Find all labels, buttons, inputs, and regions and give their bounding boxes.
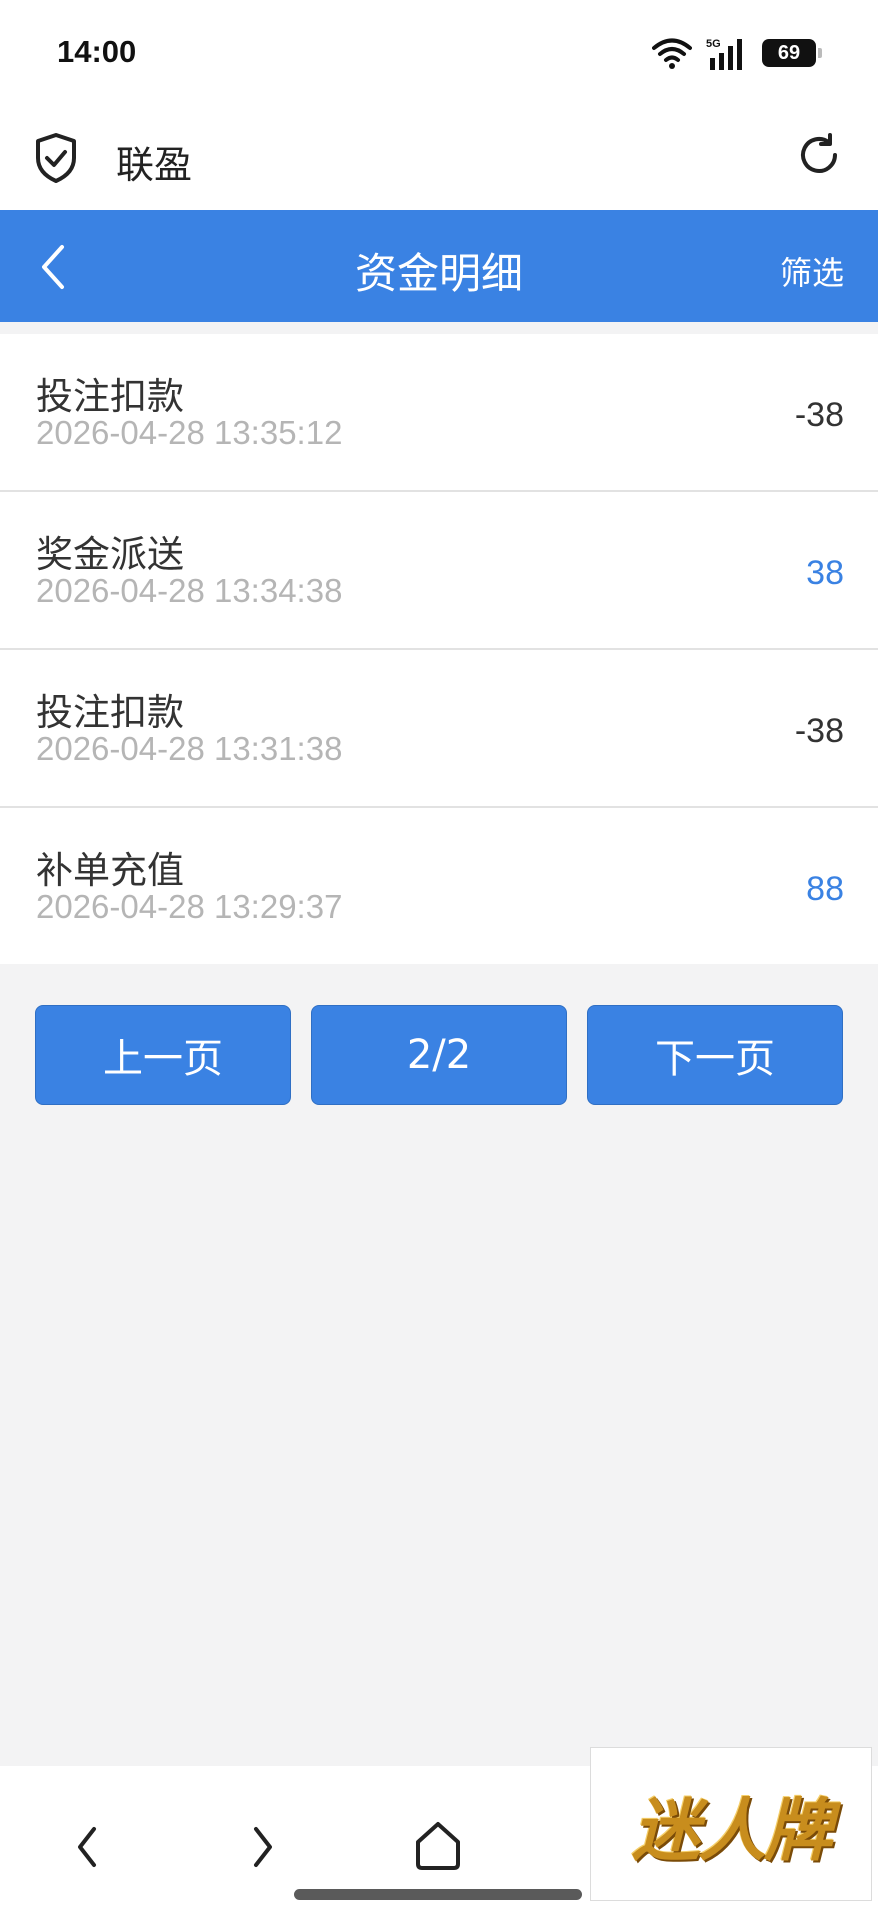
wifi-icon: [652, 38, 692, 69]
record-time: 2026-04-28 13:31:38: [36, 730, 343, 767]
list-item[interactable]: 补单充值 2026-04-28 13:29:37 88: [0, 808, 878, 964]
record-title: 投注扣款: [36, 691, 184, 734]
battery-level: 69: [777, 41, 801, 64]
record-amount: -38: [794, 396, 844, 434]
record-amount: -38: [794, 712, 844, 750]
refresh-icon[interactable]: [796, 132, 842, 178]
next-page-button[interactable]: 下一页: [587, 1005, 843, 1105]
record-time: 2026-04-28 13:34:38: [36, 572, 343, 609]
nav-back-icon[interactable]: [66, 1822, 110, 1872]
title-bar: 资金明细 筛选: [0, 210, 878, 322]
home-indicator[interactable]: [294, 1889, 582, 1900]
prev-page-button[interactable]: 上一页: [35, 1005, 291, 1105]
shield-check-icon: [36, 133, 76, 183]
list-item[interactable]: 投注扣款 2026-04-28 13:31:38 -38: [0, 650, 878, 808]
status-icons: 5G 69: [652, 36, 822, 70]
watermark-logo: 迷人牌: [590, 1747, 872, 1901]
record-amount: 88: [806, 870, 844, 908]
record-title: 投注扣款: [36, 375, 184, 418]
home-icon[interactable]: [412, 1818, 464, 1874]
record-time: 2026-04-28 13:29:37: [36, 888, 343, 925]
app-header: 联盈: [0, 110, 878, 210]
record-title: 奖金派送: [36, 533, 184, 576]
status-time: 14:00: [57, 34, 137, 69]
filter-button[interactable]: 筛选: [780, 248, 844, 294]
page-indicator-button[interactable]: 2/2: [311, 1005, 567, 1105]
record-list: 投注扣款 2026-04-28 13:35:12 -38 奖金派送 2026-0…: [0, 334, 878, 964]
nav-forward-icon[interactable]: [240, 1822, 284, 1872]
watermark-text: 迷人牌: [631, 1790, 832, 1871]
cellular-signal-icon: 5G: [706, 38, 742, 70]
screen: 14:00 5G 69 联盈 资金明细 筛选 投注扣款 2026-04-28 1…: [0, 0, 878, 1920]
list-item[interactable]: 投注扣款 2026-04-28 13:35:12 -38: [0, 334, 878, 492]
status-bar: 14:00 5G 69: [0, 0, 878, 110]
list-item[interactable]: 奖金派送 2026-04-28 13:34:38 38: [0, 492, 878, 650]
page-title: 资金明细: [354, 249, 523, 298]
record-time: 2026-04-28 13:35:12: [36, 414, 343, 451]
app-name: 联盈: [116, 143, 193, 187]
network-type-label: 5G: [706, 38, 721, 50]
record-amount: 38: [806, 554, 844, 592]
record-title: 补单充值: [36, 849, 184, 892]
pagination: 上一页 2/2 下一页: [35, 1005, 843, 1105]
battery-icon: 69: [762, 39, 822, 67]
